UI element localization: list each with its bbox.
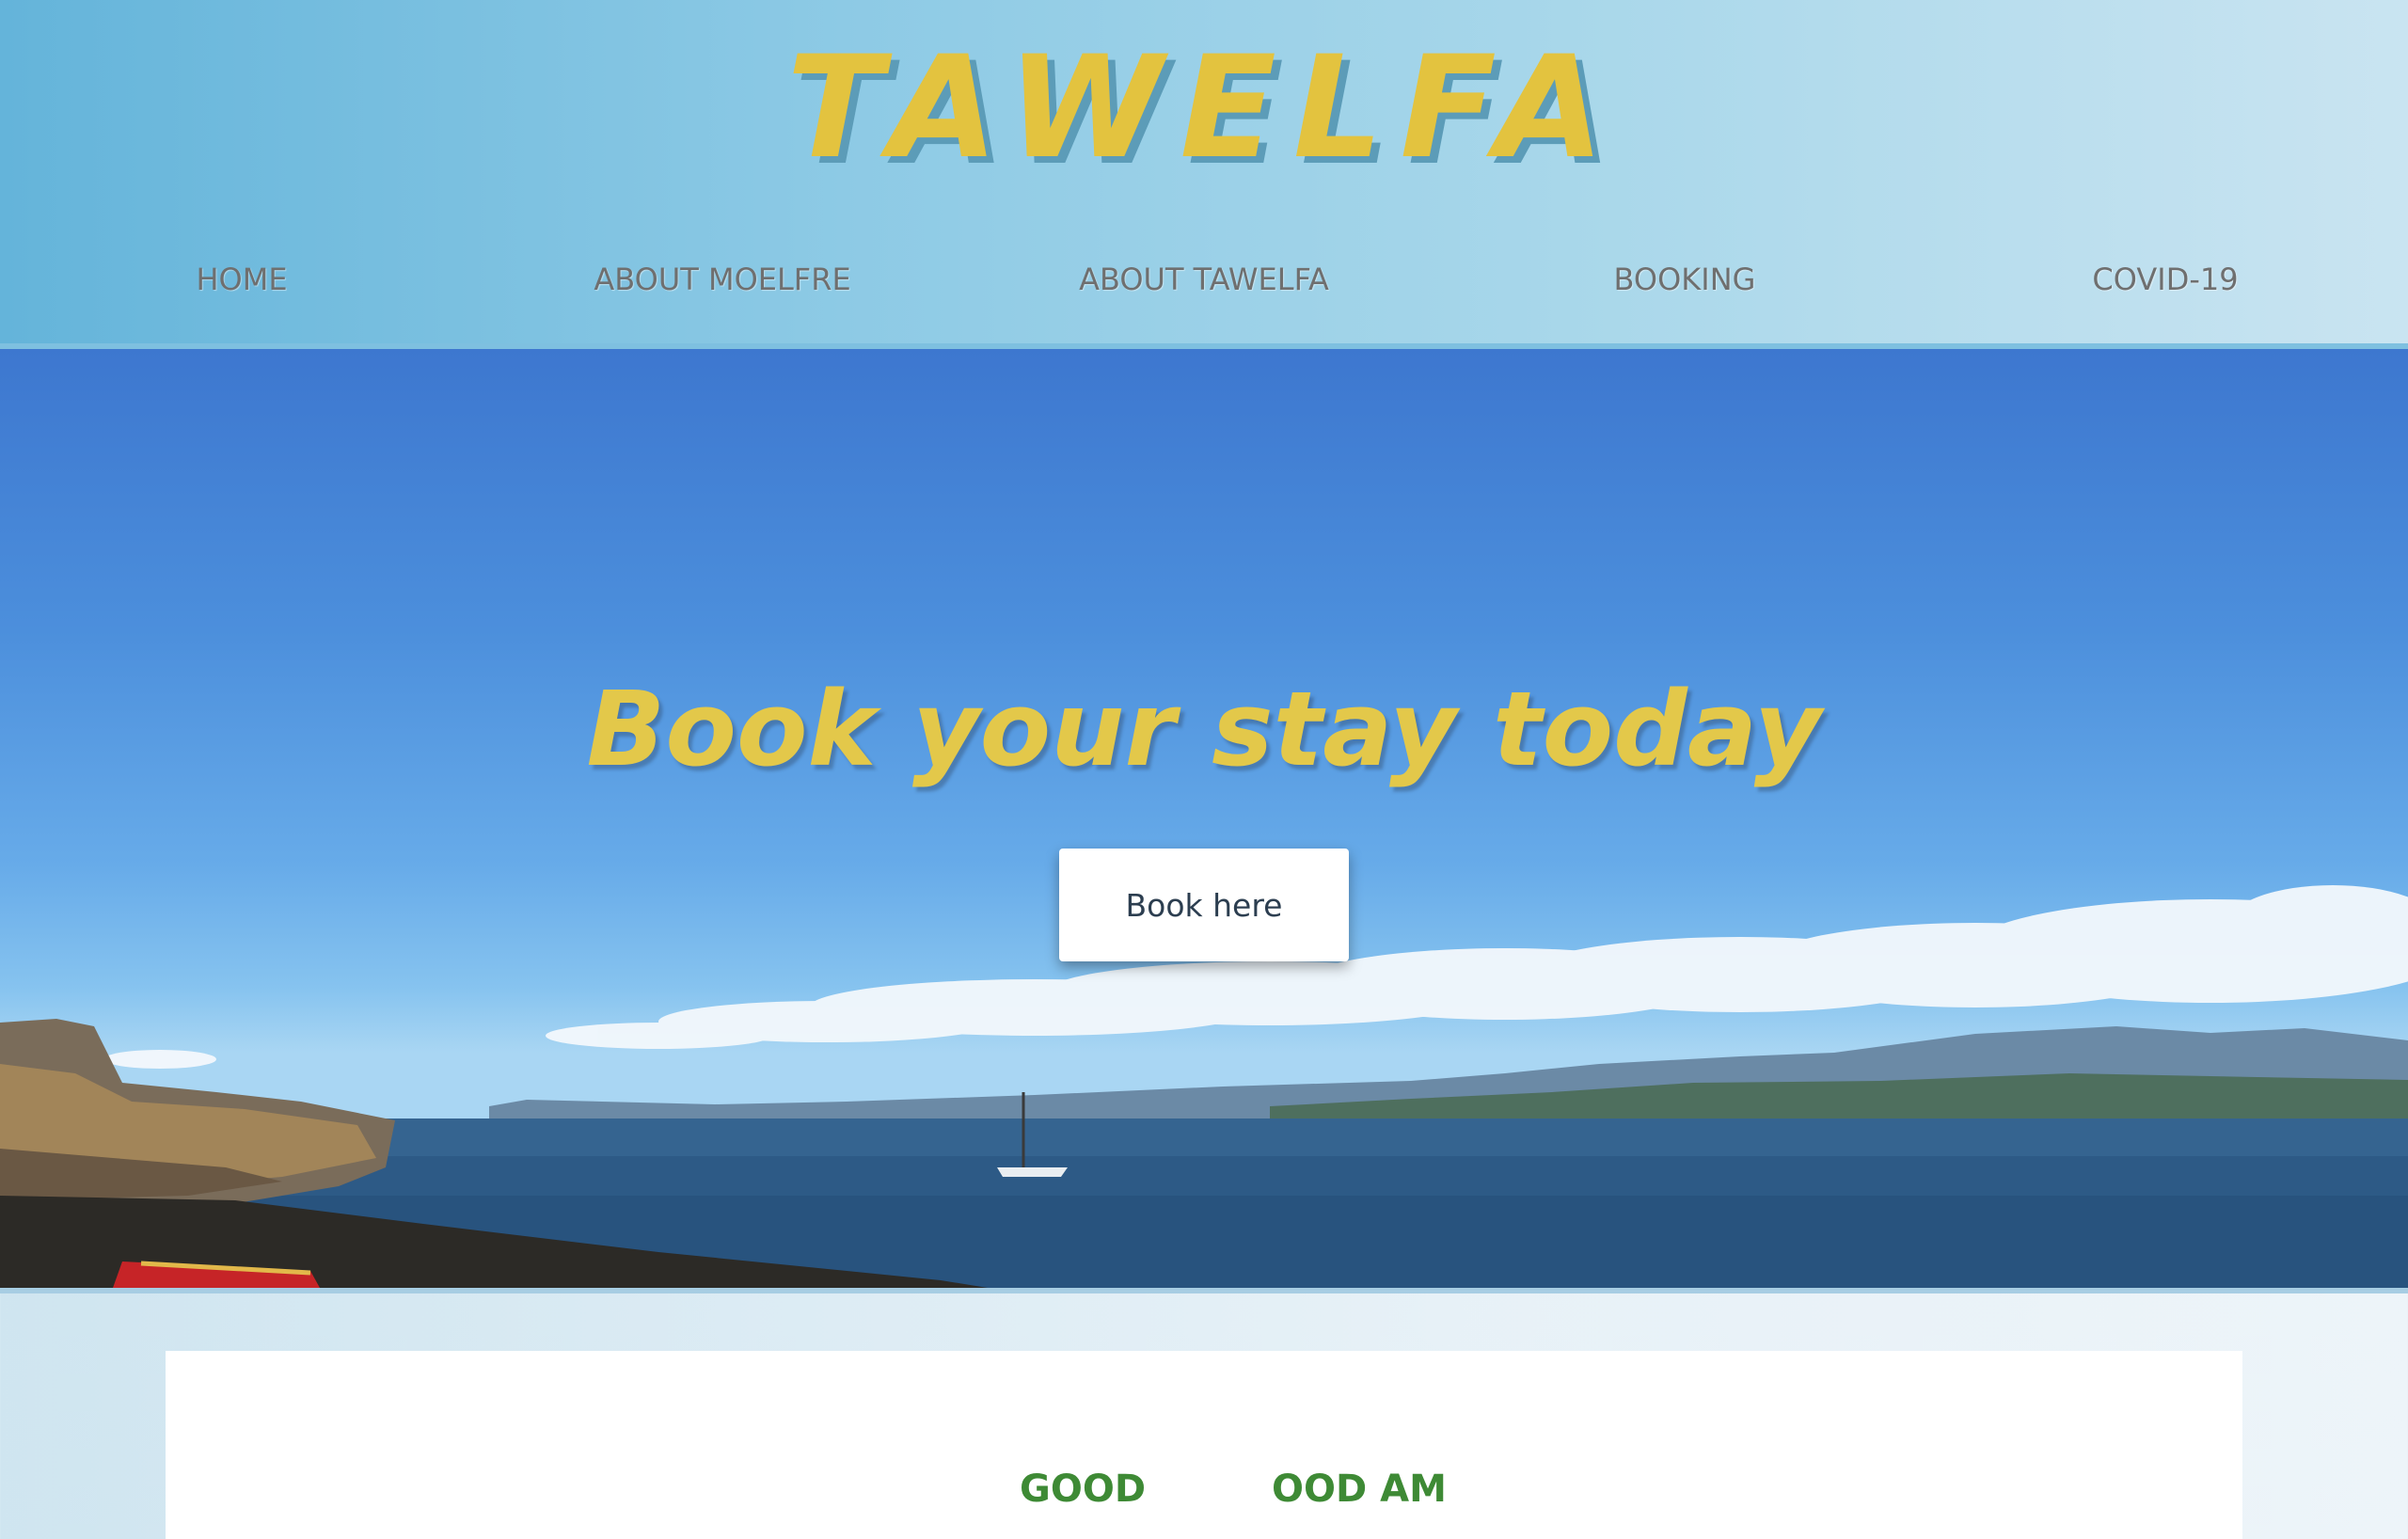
content-card: GOOD OOD AM (166, 1351, 2242, 1539)
site-logo[interactable]: TAWELFA (0, 26, 2408, 190)
site-header: TAWELFA HOME ABOUT MOELFRE ABOUT TAWELFA… (0, 0, 2408, 349)
hero-banner: Book your stay today Book here (0, 349, 2408, 1288)
hero-title: Book your stay today (586, 669, 1822, 789)
main-nav: HOME ABOUT MOELFRE ABOUT TAWELFA BOOKING… (0, 262, 2408, 309)
nav-item-about-moelfre[interactable]: ABOUT MOELFRE (440, 262, 1005, 297)
award-badge-left: GOOD (1020, 1468, 1147, 1511)
award-badge-right: OOD AM (1272, 1468, 1447, 1511)
nav-item-about-tawelfa[interactable]: ABOUT TAWELFA (922, 262, 1486, 297)
hero-divider (0, 1288, 2408, 1293)
hero-background-image (0, 885, 2408, 1288)
nav-item-covid[interactable]: COVID-19 (1883, 262, 2408, 297)
book-here-button[interactable]: Book here (1059, 849, 1349, 961)
nav-item-booking[interactable]: BOOKING (1402, 262, 1967, 297)
